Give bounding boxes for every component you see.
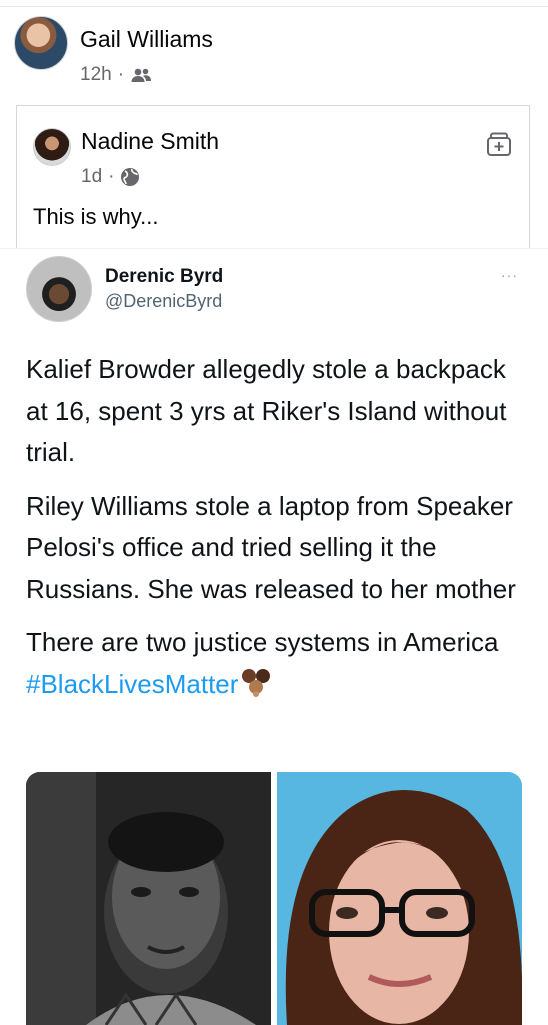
shared-post-meta: 1d · <box>81 166 140 188</box>
more-options-icon: ··· <box>501 267 518 283</box>
raised-fists-emoji <box>242 668 271 697</box>
shared-post-card[interactable]: Nadine Smith 1d · This is why... <box>16 105 530 248</box>
globe-icon <box>121 168 140 186</box>
shared-post-time[interactable]: 1d <box>81 166 102 188</box>
tweet-photos <box>26 772 522 1025</box>
tweet-paragraph: Riley Williams stole a laptop from Speak… <box>26 490 516 604</box>
meta-separator: · <box>108 166 115 187</box>
shared-author-avatar[interactable] <box>33 128 71 166</box>
meta-separator: · <box>117 64 125 85</box>
top-divider <box>0 0 548 7</box>
post-meta: 12h · <box>80 64 152 86</box>
tweet-author-avatar <box>26 256 92 322</box>
shared-post-text: This is why... <box>33 204 159 229</box>
friends-icon <box>131 68 152 82</box>
tweet-author-name: Derenic Byrd <box>105 266 224 287</box>
post-time[interactable]: 12h <box>80 64 112 86</box>
hashtag-link: #BlackLivesMatter <box>26 668 239 699</box>
post-author-name[interactable]: Gail Williams <box>80 26 213 53</box>
tweet-body: Kalief Browder allegedly stole a backpac… <box>26 349 532 717</box>
photo-riley-williams <box>277 772 522 1025</box>
tweet-paragraph-text: There are two justice systems in America <box>26 627 499 657</box>
save-to-collection-icon[interactable] <box>485 130 513 158</box>
photo-kalief-browder <box>26 772 271 1025</box>
tweet-paragraph: Kalief Browder allegedly stole a backpac… <box>26 354 507 467</box>
shared-author-name[interactable]: Nadine Smith <box>81 128 219 155</box>
tweet-screenshot[interactable]: Derenic Byrd @DerenicByrd ··· Kalief Bro… <box>0 248 548 1025</box>
tweet-author-handle: @DerenicByrd <box>105 291 223 311</box>
tweet-paragraph-last: There are two justice systems in America… <box>26 622 532 705</box>
author-avatar[interactable] <box>14 16 68 70</box>
